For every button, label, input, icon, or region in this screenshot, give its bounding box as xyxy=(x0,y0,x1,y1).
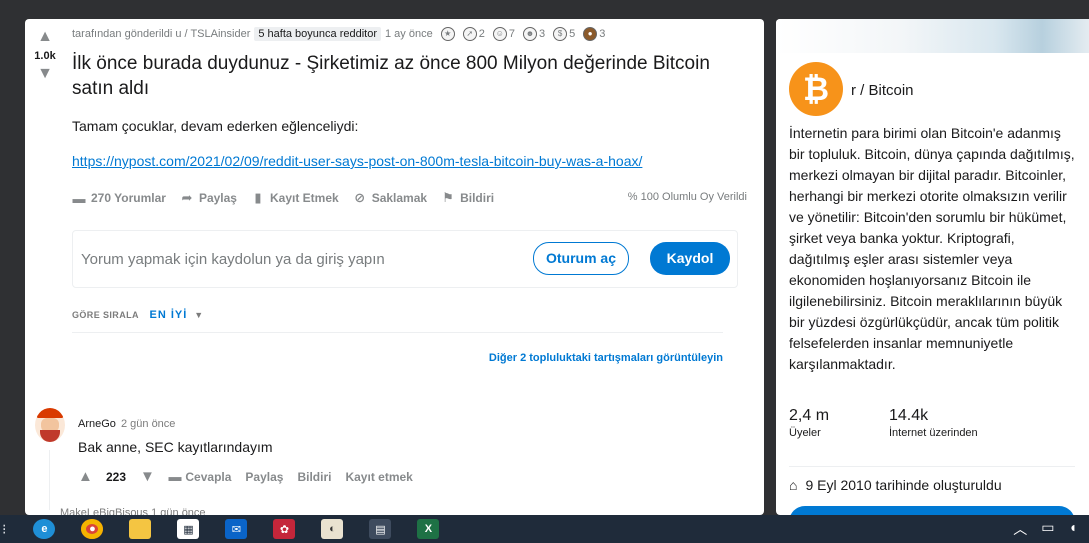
poop-award-icon[interactable]: ● 3 xyxy=(583,27,605,41)
user-flair: 5 hafta boyunca redditor xyxy=(254,27,381,41)
comment-prompt: Yorum yapmak için kaydolun ya da giriş y… xyxy=(81,251,385,268)
upvote-percentage: % 100 Olumlu Oy Verildi xyxy=(627,191,747,203)
coin-award-icon[interactable]: $5 xyxy=(553,27,575,41)
mail-icon[interactable]: ✉ xyxy=(225,519,248,539)
windows-taskbar: ⁝ e ● ▦ ✉ ✿ ◐ ▤ X ︿ ▭ ◖ xyxy=(0,515,1089,543)
community-banner xyxy=(776,19,1089,53)
online-stat: 14.4k İnternet üzerinden xyxy=(889,407,978,439)
online-label: İnternet üzerinden xyxy=(889,427,978,439)
members-label: Üyeler xyxy=(789,427,821,439)
save-button[interactable]: Kayıt etmek xyxy=(345,470,412,484)
upvote-icon[interactable]: ▲ xyxy=(78,468,93,485)
community-name[interactable]: r / Bitcoin xyxy=(851,82,914,99)
next-comment-meta: MakeLeBigBisous 1 gün önce xyxy=(60,507,206,515)
flag-icon: ⚑ xyxy=(442,190,454,205)
comment-meta: ArneGo 2 gün önce xyxy=(78,418,175,430)
share-icon: ➦ xyxy=(181,190,193,205)
downvote-icon[interactable]: ▼ xyxy=(25,66,65,82)
system-tray: ︿ ▭ ◖ xyxy=(1013,519,1077,539)
online-count: 14.4k xyxy=(889,407,929,424)
chevron-up-icon[interactable]: ︿ xyxy=(1013,519,1027,539)
helpful-award-icon[interactable]: ☻ 3 xyxy=(522,27,545,41)
post-body: Tamam çocuklar, devam ederken eğlenceliy… xyxy=(72,118,359,134)
comment-text: Bak anne, SEC kayıtlarındayım xyxy=(78,439,273,455)
community-sidebar: ₿ r / Bitcoin İnternetin para birimi ola… xyxy=(776,19,1089,515)
report-button[interactable]: ⚑ Bildiri xyxy=(441,190,494,206)
upvote-icon[interactable]: ▲ xyxy=(25,29,65,45)
sort-label: GÖRE SIRALA xyxy=(72,310,139,320)
network-icon[interactable]: ▭ xyxy=(1041,519,1054,539)
paint-icon[interactable]: ◐ xyxy=(321,519,344,539)
chevron-down-icon[interactable]: ▼ xyxy=(194,310,203,320)
post-link[interactable]: https://nypost.com/2021/02/09/reddit-use… xyxy=(72,153,642,169)
bookmark-icon: ▮ xyxy=(254,190,262,205)
divider xyxy=(789,466,1075,467)
divider xyxy=(72,332,723,333)
hide-icon: ⊘ xyxy=(354,190,366,205)
community-description: İnternetin para birimi olan Bitcoin'e ad… xyxy=(789,125,1075,372)
cake-icon: ⌂ xyxy=(789,477,798,493)
comment-actions: ▲ 223 ▼ ▬ Cevapla Paylaş Bildiri Kayıt e… xyxy=(78,468,413,485)
other-discussions-link[interactable]: Diğer 2 topluluktaki tartışmaları görünt… xyxy=(489,352,723,364)
login-button[interactable]: Oturum aç xyxy=(533,242,629,275)
comment-score: 223 xyxy=(106,469,127,484)
bitcoin-logo-icon[interactable]: ₿ xyxy=(789,62,843,116)
signup-button[interactable]: Kaydol xyxy=(650,242,730,275)
created-date: ⌂ 9 Eyl 2010 tarihinde oluşturuldu xyxy=(789,477,1002,493)
share-button[interactable]: Paylaş xyxy=(245,470,283,484)
downvote-icon[interactable]: ▼ xyxy=(140,468,155,485)
store-icon[interactable]: ▦ xyxy=(177,519,200,539)
comment-signup-box: Yorum yapmak için kaydolun ya da giriş y… xyxy=(72,230,738,288)
comment-time[interactable]: 2 gün önce xyxy=(121,418,175,430)
members-count: 2,4 m xyxy=(789,407,830,424)
thread-line[interactable] xyxy=(49,450,50,510)
sort-bar[interactable]: GÖRE SIRALA EN İYİ ▼ xyxy=(72,309,723,321)
avatar[interactable] xyxy=(35,408,65,442)
post-meta: tarafından gönderildi u / TSLAinsider 5 … xyxy=(72,27,605,41)
comment-username[interactable]: ArneGo xyxy=(78,418,116,430)
post-actions: ▬ 270 Yorumlar ➦ Paylaş ▮ Kayıt Etmek ⊘ Sakl… xyxy=(72,190,495,206)
post-title[interactable]: İlk önce burada duydunuz - Şirketimiz az… xyxy=(72,51,732,101)
excel-icon[interactable]: X xyxy=(417,519,440,539)
join-button[interactable] xyxy=(789,506,1075,515)
post-score: 1.0k xyxy=(34,50,56,62)
gold-award-icon[interactable]: ★ xyxy=(440,27,455,41)
app-icon[interactable]: ✿ xyxy=(273,519,296,539)
comments-button[interactable]: ▬ 270 Yorumlar xyxy=(72,191,166,206)
calculator-icon[interactable]: ▤ xyxy=(369,519,392,539)
task-view-icon[interactable]: ⁝ xyxy=(2,521,6,538)
rocket-award-icon[interactable]: ➚ 2 xyxy=(462,27,485,41)
post-card: ▲ 1.0k ▼ tarafından gönderildi u / TSLAi… xyxy=(25,19,764,515)
save-button[interactable]: ▮ Kayıt Etmek xyxy=(251,190,338,206)
hide-button[interactable]: ⊘ Saklamak xyxy=(353,190,427,206)
report-button[interactable]: Bildiri xyxy=(297,470,331,484)
silver-award-icon[interactable]: ☺ 7 xyxy=(492,27,515,41)
members-stat: 2,4 m Üyeler xyxy=(789,407,829,439)
vote-column: ▲ 1.0k ▼ xyxy=(25,29,65,82)
comment-icon: ▬ xyxy=(168,469,182,484)
edge-icon[interactable]: e xyxy=(33,519,56,539)
file-explorer-icon[interactable] xyxy=(129,519,152,539)
reply-button[interactable]: ▬ Cevapla xyxy=(168,469,232,484)
volume-icon[interactable]: ◖ xyxy=(1069,519,1077,539)
post-time[interactable]: 1 ay önce xyxy=(385,28,433,40)
chrome-icon[interactable]: ● xyxy=(81,519,104,539)
sort-value[interactable]: EN İYİ xyxy=(149,309,187,321)
comment-icon: ▬ xyxy=(72,190,86,206)
share-button[interactable]: ➦ Paylaş xyxy=(180,190,237,206)
posted-by[interactable]: tarafından gönderildi u / TSLAinsider xyxy=(72,28,250,40)
